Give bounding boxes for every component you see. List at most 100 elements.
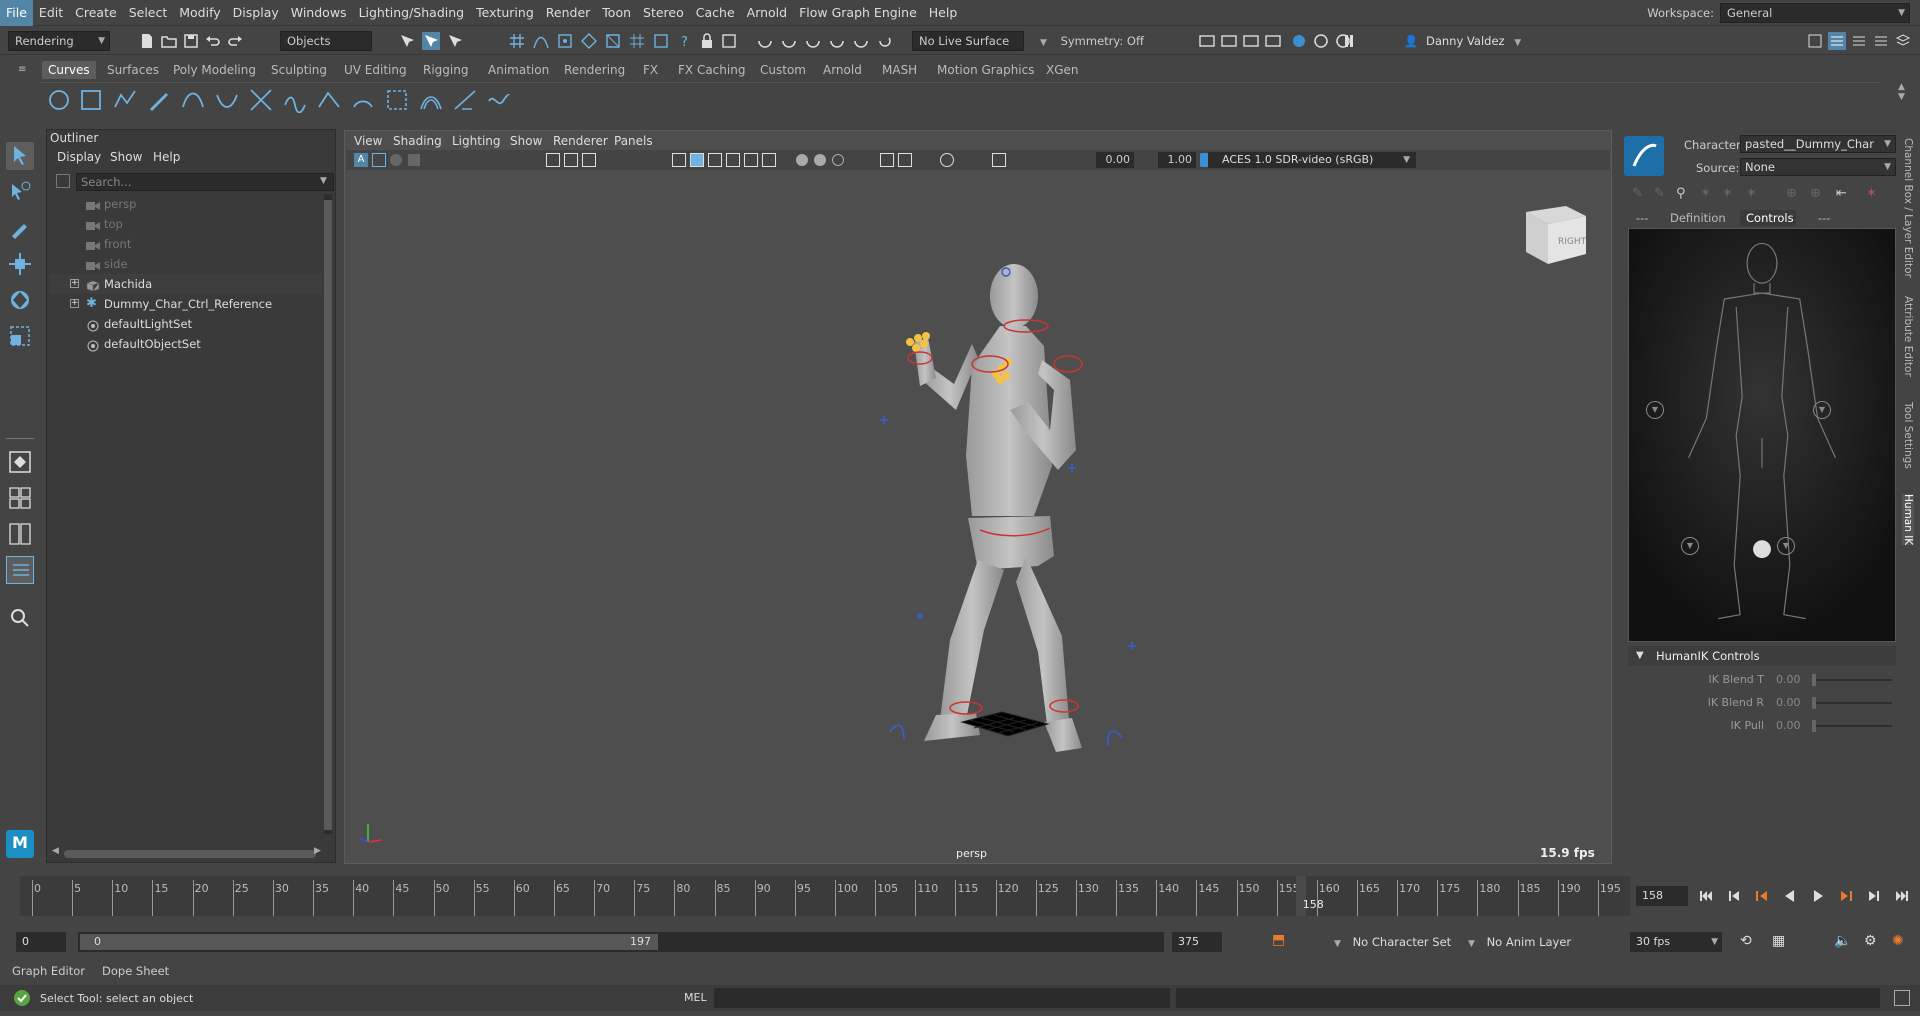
loop-icon[interactable]: ⟲: [1740, 933, 1752, 949]
hypershade-icon[interactable]: [1290, 32, 1308, 50]
layer-editor-toggle-icon[interactable]: [1894, 32, 1912, 50]
mel-command-input[interactable]: [714, 988, 1170, 1008]
side-tab-tool-settings[interactable]: Tool Settings: [1902, 402, 1914, 469]
humanik-controls-section[interactable]: ▼ HumanIK Controls: [1628, 646, 1896, 666]
selection-mode-dropdown[interactable]: Objects: [280, 31, 372, 51]
shadows-icon[interactable]: [762, 153, 776, 167]
shelf-tab-motion-graphics[interactable]: Motion Graphics: [931, 61, 1041, 79]
outliner-item-front[interactable]: front: [50, 234, 322, 254]
source-dropdown[interactable]: None ▼: [1740, 158, 1896, 176]
menu-cache[interactable]: Cache: [690, 0, 741, 26]
select-component-icon[interactable]: [446, 32, 464, 50]
exposure-icon[interactable]: [940, 153, 954, 167]
viewport-menu-show[interactable]: Show: [510, 134, 542, 148]
slider-handle[interactable]: [1812, 697, 1816, 709]
curve-smooth-icon[interactable]: [486, 87, 512, 113]
help-query-icon[interactable]: ?: [676, 32, 694, 50]
step-back-frame-icon[interactable]: [1752, 886, 1772, 906]
character-set-dropdown[interactable]: ▼ No Character Set: [1334, 932, 1484, 952]
attribute-editor-toggle-icon[interactable]: [1828, 32, 1846, 50]
snap-vertex-icon[interactable]: [628, 32, 646, 50]
curve-extend-icon[interactable]: [452, 87, 478, 113]
menu-arnold[interactable]: Arnold: [741, 0, 793, 26]
shelf-tab-sculpting[interactable]: Sculpting: [265, 61, 333, 79]
ik-pull-slider[interactable]: IK Pull 0.00: [1628, 716, 1896, 736]
outliner-menu-display[interactable]: Display: [57, 150, 101, 164]
human-ik-figure-view[interactable]: ▼ ▼ ▼ ▼: [1628, 228, 1896, 642]
outliner-filter-icon[interactable]: [56, 174, 70, 188]
menu-display[interactable]: Display: [227, 0, 285, 26]
curve-intersect-icon[interactable]: [248, 87, 274, 113]
character-model[interactable]: [850, 260, 1170, 760]
menu-toon[interactable]: Toon: [596, 0, 637, 26]
ep-curve-icon[interactable]: [112, 87, 138, 113]
paint-select-tool-icon[interactable]: [6, 214, 34, 242]
fps-dropdown[interactable]: 30 fps ▼: [1630, 932, 1722, 952]
wireframe-on-shaded-icon[interactable]: [708, 153, 722, 167]
collapse-triangle-icon[interactable]: ▼: [1636, 646, 1644, 666]
step-forward-frame-icon[interactable]: [1836, 886, 1856, 906]
outliner-item-side[interactable]: side: [50, 254, 322, 274]
outliner-item-persp[interactable]: persp: [50, 194, 322, 214]
curve-detach-icon[interactable]: [316, 87, 342, 113]
render-settings-icon[interactable]: [1264, 32, 1282, 50]
xray-icon[interactable]: [898, 153, 912, 167]
move-tool-icon[interactable]: [6, 250, 34, 278]
go-to-end-icon[interactable]: [1892, 886, 1912, 906]
menu-flow-graph-engine[interactable]: Flow Graph Engine: [793, 0, 923, 26]
symmetry-dropdown[interactable]: ▼ Symmetry: Off: [1040, 31, 1150, 51]
menu-lighting-shading[interactable]: Lighting/Shading: [353, 0, 471, 26]
slider-value[interactable]: 0.00: [1776, 693, 1801, 713]
shelf-tab-rigging[interactable]: Rigging: [417, 61, 474, 79]
select-tool-icon[interactable]: [6, 142, 34, 170]
shelf-tab-poly-modeling[interactable]: Poly Modeling: [167, 61, 262, 79]
snap-magnet-icon[interactable]: [720, 32, 738, 50]
brush-icon[interactable]: ✎: [1654, 186, 1665, 201]
exposure-input[interactable]: 0.00: [1096, 152, 1134, 168]
outliner-search-input[interactable]: Search...: [76, 173, 334, 191]
render-frame-icon[interactable]: [1198, 32, 1216, 50]
maya-logo-icon[interactable]: M: [6, 830, 34, 858]
open-scene-icon[interactable]: [160, 32, 178, 50]
outliner-menu-help[interactable]: Help: [153, 150, 180, 164]
left-hand-expand-icon[interactable]: ▼: [1646, 401, 1664, 419]
side-tab-human-ik[interactable]: Human IK: [1902, 494, 1914, 546]
pivot-icon[interactable]: [852, 32, 870, 50]
auto-key-icon[interactable]: ⬒: [1272, 932, 1286, 950]
menu-file[interactable]: File: [0, 0, 33, 26]
reset-icon[interactable]: ✶: [1866, 186, 1877, 201]
snap-edge-icon[interactable]: [652, 32, 670, 50]
range-slider-handle[interactable]: [80, 934, 658, 950]
play-forward-icon[interactable]: [1808, 886, 1828, 906]
shelf-tab-arnold[interactable]: Arnold: [817, 61, 868, 79]
step-forward-key-icon[interactable]: [1864, 886, 1884, 906]
menu-select[interactable]: Select: [123, 0, 174, 26]
sound-icon[interactable]: 🔈: [1834, 933, 1851, 949]
viewport-menu-renderer[interactable]: Renderer: [553, 134, 608, 148]
view-transform-dropdown[interactable]: ACES 1.0 SDR-video (sRGB) ▼: [1208, 152, 1416, 168]
pin-translation-icon[interactable]: ✶: [1746, 186, 1757, 201]
side-tab-channel-box[interactable]: Channel Box / Layer Editor: [1902, 138, 1914, 278]
hik-tab-controls[interactable]: Controls: [1740, 210, 1796, 226]
scale-tool-icon[interactable]: [6, 322, 34, 350]
new-scene-icon[interactable]: [138, 32, 156, 50]
shelf-tab-surfaces[interactable]: Surfaces: [101, 61, 165, 79]
viewport-menu-lighting[interactable]: Lighting: [452, 134, 501, 148]
refresh-icon[interactable]: [876, 32, 894, 50]
redo-icon[interactable]: [226, 32, 244, 50]
left-foot-expand-icon[interactable]: ▼: [1681, 537, 1699, 555]
body-part-icon[interactable]: ✶: [1700, 186, 1711, 201]
single-perspective-layout-icon[interactable]: [6, 448, 34, 476]
grid-toggle-icon[interactable]: [546, 153, 560, 167]
lasso-tool-icon[interactable]: [6, 178, 34, 206]
textured-icon[interactable]: [726, 153, 740, 167]
lock-icon[interactable]: [698, 32, 716, 50]
resolution-gate-icon[interactable]: [582, 153, 596, 167]
anim-settings-icon[interactable]: ✺: [1892, 933, 1904, 949]
select-camera-icon[interactable]: A: [354, 153, 368, 167]
menu-create[interactable]: Create: [69, 0, 123, 26]
tool-settings-toggle-icon[interactable]: [1850, 32, 1868, 50]
scrollbar-thumb[interactable]: [324, 200, 332, 830]
snap-point-icon[interactable]: [556, 32, 574, 50]
menu-edit[interactable]: Edit: [33, 0, 69, 26]
